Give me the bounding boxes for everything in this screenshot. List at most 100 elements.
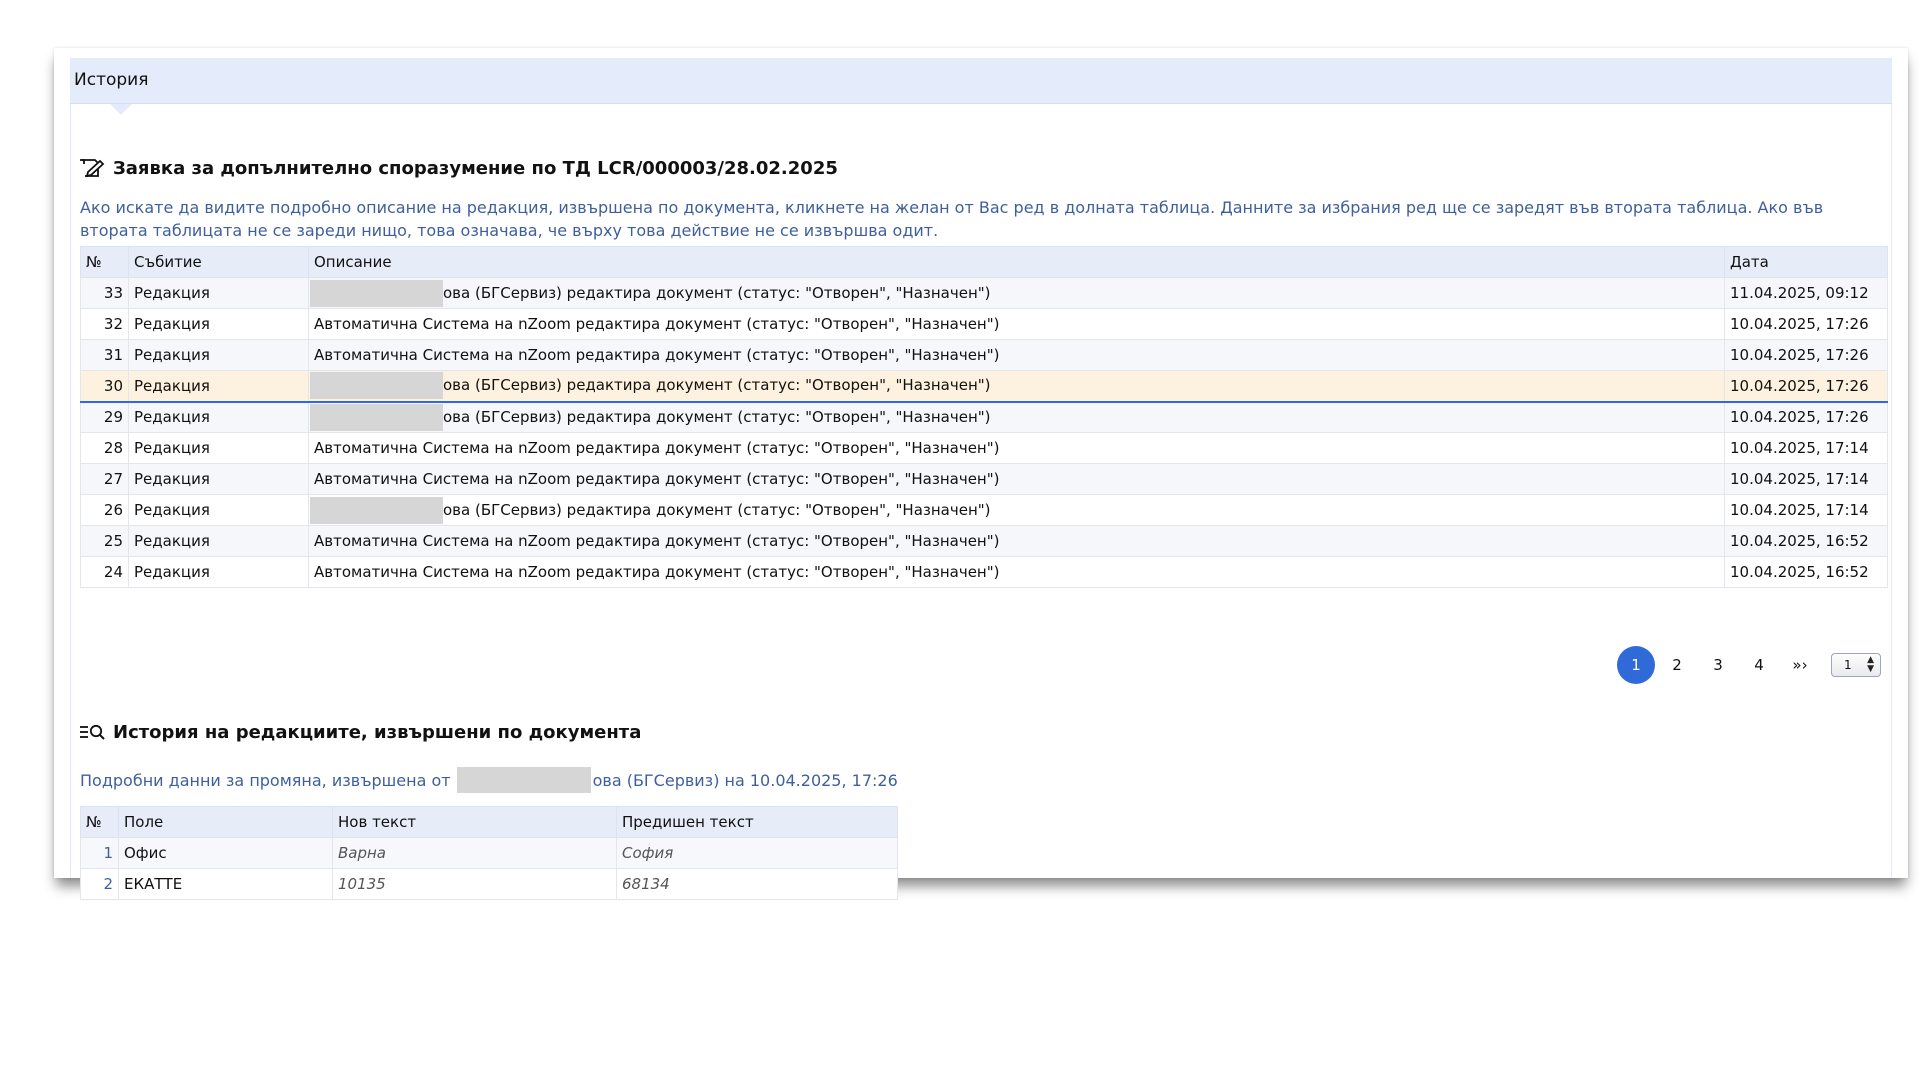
col-new-text: Нов текст	[332, 806, 617, 838]
document-edit-icon	[79, 156, 107, 180]
col-old-text: Предишен текст	[616, 806, 898, 838]
page-select-value: 1	[1844, 658, 1852, 672]
col-event: Събитие	[128, 246, 309, 278]
changes-table-header: № Поле Нов текст Предишен текст	[80, 806, 898, 838]
row-description-text: ова (БГСервиз) редактира документ (стату…	[443, 376, 991, 395]
changes-subtitle-suffix: ова (БГСервиз) на 10.04.2025, 17:26	[592, 770, 898, 790]
row-description: Автоматична Система на nZoom редактира д…	[308, 463, 1725, 495]
table-row[interactable]: 26 Редакция ова (БГСервиз) редактира докум…	[80, 494, 1888, 526]
table-row: 2 ЕКАТТЕ 10135 68134	[80, 868, 898, 900]
row-event: Редакция	[128, 494, 309, 526]
changes-heading: История на редакциите, извършени по доку…	[79, 720, 641, 744]
changes-subtitle-prefix: Подробни данни за промяна, извършена от	[80, 770, 451, 790]
row-event: Редакция	[128, 432, 309, 464]
select-arrows-icon: ▲ ▼	[1867, 655, 1874, 674]
col-field: Поле	[118, 806, 333, 838]
row-num: 33	[80, 277, 129, 309]
row-num: 31	[80, 339, 129, 371]
page-2-button[interactable]: 2	[1658, 646, 1696, 684]
document-heading: Заявка за допълнително споразумение по Т…	[79, 156, 838, 180]
row-description-text: Автоматична Система на nZoom редактира д…	[314, 563, 1000, 581]
redacted-name	[310, 372, 443, 400]
row-description: Автоматична Система на nZoom редактира д…	[308, 556, 1725, 588]
row-field: Офис	[118, 837, 333, 869]
row-new-text: Варна	[332, 837, 617, 869]
row-description: Автоматична Система на nZoom редактира д…	[308, 308, 1725, 340]
row-description-text: ова (БГСервиз) редактира документ (стату…	[443, 283, 991, 302]
row-date: 10.04.2025, 17:26	[1724, 400, 1888, 433]
col-description: Описание	[308, 246, 1725, 278]
row-field: ЕКАТТЕ	[118, 868, 333, 900]
row-description-text: Автоматична Система на nZoom редактира д…	[314, 315, 1000, 333]
row-old-text: София	[616, 837, 898, 869]
table-row[interactable]: 31 Редакция Автоматична Система на nZoom р…	[80, 339, 1888, 371]
tab-bar: История	[70, 58, 1892, 115]
row-description-text: Автоматична Система на nZoom редактира д…	[314, 439, 1000, 457]
row-description: Автоматична Система на nZoom редактира д…	[308, 525, 1725, 557]
row-date: 10.04.2025, 16:52	[1724, 556, 1888, 588]
info-text: Ако искате да видите подробно описание н…	[80, 198, 1824, 240]
page-select[interactable]: 1 ▲ ▼	[1831, 653, 1881, 677]
row-description: ова (БГСервиз) редактира документ (стату…	[308, 277, 1725, 309]
row-description: ова (БГСервиз) редактира документ (стату…	[308, 494, 1725, 526]
row-event: Редакция	[128, 277, 309, 309]
row-new-text: 10135	[332, 868, 617, 900]
row-num: 2	[80, 868, 119, 900]
table-row[interactable]: 28 Редакция Автоматична Система на nZoom р…	[80, 432, 1888, 464]
redacted-name	[310, 279, 443, 307]
tab-history[interactable]: История	[74, 70, 148, 90]
row-num: 30	[80, 370, 129, 402]
table-row[interactable]: 24 Редакция Автоматична Система на nZoom р…	[80, 556, 1888, 588]
changes-table: № Поле Нов текст Предишен текст 1 Офис Вар…	[80, 806, 898, 900]
table-row[interactable]: 27 Редакция Автоматична Система на nZoom р…	[80, 463, 1888, 495]
table-row: 1 Офис Варна София	[80, 837, 898, 869]
row-num: 24	[80, 556, 129, 588]
table-row[interactable]: 29 Редакция ова (БГСервиз) редактира докум…	[80, 400, 1888, 433]
row-event: Редакция	[128, 525, 309, 557]
page-1-button[interactable]: 1	[1617, 646, 1655, 684]
row-event: Редакция	[128, 308, 309, 340]
table-row[interactable]: 30 Редакция ова (БГСервиз) редактира докум…	[80, 370, 1888, 402]
row-description: Автоматична Система на nZoom редактира д…	[308, 339, 1725, 371]
row-date: 10.04.2025, 17:26	[1724, 339, 1888, 371]
row-event: Редакция	[128, 339, 309, 371]
row-date: 10.04.2025, 17:26	[1724, 308, 1888, 340]
row-num: 1	[80, 837, 119, 869]
row-event: Редакция	[128, 556, 309, 588]
row-num: 28	[80, 432, 129, 464]
row-num: 29	[80, 400, 129, 433]
row-event: Редакция	[128, 400, 309, 433]
redacted-name	[310, 496, 443, 524]
page-3-button[interactable]: 3	[1699, 646, 1737, 684]
table-row[interactable]: 25 Редакция Автоматична Система на nZoom р…	[80, 525, 1888, 557]
row-num: 32	[80, 308, 129, 340]
row-description-text: Автоматична Система на nZoom редактира д…	[314, 346, 1000, 364]
row-description-text: Автоматична Система на nZoom редактира д…	[314, 470, 1000, 488]
row-num: 25	[80, 525, 129, 557]
row-date: 10.04.2025, 16:52	[1724, 525, 1888, 557]
history-table: № Събитие Описание Дата 33 Редакция ова (Б…	[80, 246, 1888, 588]
history-panel: Заявка за допълнително споразумение по Т…	[70, 104, 1892, 900]
row-description-text: ова (БГСервиз) редактира документ (стату…	[443, 407, 991, 426]
row-date: 10.04.2025, 17:14	[1724, 463, 1888, 495]
row-description: Автоматична Система на nZoom редактира д…	[308, 432, 1725, 464]
page-title: Заявка за допълнително споразумение по Т…	[113, 157, 838, 179]
history-table-header: № Събитие Описание Дата	[80, 246, 1888, 278]
redacted-name	[310, 403, 443, 431]
table-row[interactable]: 32 Редакция Автоматична Система на nZoom р…	[80, 308, 1888, 340]
list-search-icon	[79, 720, 107, 744]
row-event: Редакция	[128, 370, 309, 402]
row-num: 27	[80, 463, 129, 495]
row-description-text: Автоматична Система на nZoom редактира д…	[314, 532, 1000, 550]
col-num: №	[80, 246, 129, 278]
table-row[interactable]: 33 Редакция ова (БГСервиз) редактира докум…	[80, 277, 1888, 309]
changes-subtitle: Подробни данни за промяна, извършена от …	[80, 767, 898, 793]
pagination: 1234 »› 1 ▲ ▼	[1614, 646, 1881, 684]
row-old-text: 68134	[616, 868, 898, 900]
row-date: 10.04.2025, 17:26	[1724, 370, 1888, 402]
row-num: 26	[80, 494, 129, 526]
page-next-button[interactable]: »›	[1781, 646, 1819, 684]
redacted-name	[456, 767, 591, 793]
row-description: ова (БГСервиз) редактира документ (стату…	[308, 400, 1725, 433]
page-4-button[interactable]: 4	[1740, 646, 1778, 684]
